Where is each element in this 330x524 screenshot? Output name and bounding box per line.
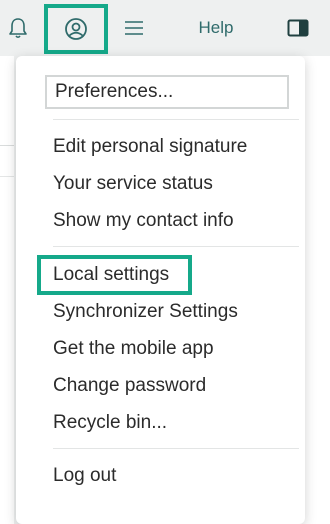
recycle-bin-menu-item[interactable]: Recycle bin... (53, 408, 167, 438)
local-settings-menu-item[interactable]: Local settings (37, 255, 192, 295)
side-panel-icon (287, 19, 309, 37)
top-toolbar: Help (0, 0, 330, 56)
main-menu-button[interactable] (116, 6, 152, 50)
contact-info-menu-item[interactable]: Show my contact info (53, 206, 234, 236)
menu-divider (53, 119, 299, 120)
mobile-app-menu-item[interactable]: Get the mobile app (53, 334, 214, 364)
help-button[interactable]: Help (188, 6, 244, 50)
toggle-side-panel-button[interactable] (280, 6, 316, 50)
synchronizer-settings-menu-item[interactable]: Synchronizer Settings (53, 297, 238, 327)
menu-divider (53, 448, 299, 449)
log-out-menu-item[interactable]: Log out (53, 461, 116, 491)
notifications-button[interactable] (0, 6, 36, 50)
background-list-pane (0, 56, 14, 524)
background-divider (0, 176, 14, 177)
account-button[interactable] (44, 4, 108, 54)
service-status-menu-item[interactable]: Your service status (53, 169, 213, 199)
bell-icon (9, 18, 27, 39)
preferences-menu-item[interactable]: Preferences... (45, 75, 289, 109)
change-password-menu-item[interactable]: Change password (53, 371, 206, 401)
user-circle-icon (65, 18, 87, 40)
hamburger-icon (125, 21, 143, 35)
edit-signature-menu-item[interactable]: Edit personal signature (53, 132, 247, 162)
background-divider (0, 145, 14, 146)
menu-divider (53, 246, 299, 247)
account-dropdown-menu: Preferences... Edit personal signature Y… (16, 56, 305, 524)
